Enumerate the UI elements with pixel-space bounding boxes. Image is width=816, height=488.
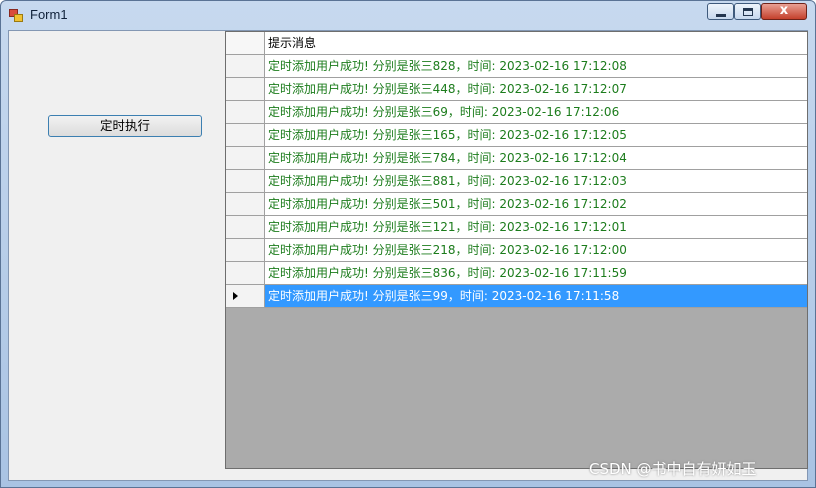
minimize-button[interactable]: [707, 3, 734, 20]
message-cell[interactable]: 定时添加用户成功! 分别是张三448，时间: 2023-02-16 17:12:…: [265, 78, 807, 101]
table-row[interactable]: 定时添加用户成功! 分别是张三784，时间: 2023-02-16 17:12:…: [226, 147, 807, 170]
message-cell[interactable]: 定时添加用户成功! 分别是张三69，时间: 2023-02-16 17:12:0…: [265, 101, 807, 124]
table-row[interactable]: 定时添加用户成功! 分别是张三218，时间: 2023-02-16 17:12:…: [226, 239, 807, 262]
message-cell[interactable]: 定时添加用户成功! 分别是张三881，时间: 2023-02-16 17:12:…: [265, 170, 807, 193]
row-header-cell[interactable]: [226, 193, 265, 216]
row-header-cell[interactable]: [226, 239, 265, 262]
minimize-icon: [716, 14, 726, 17]
table-row[interactable]: 定时添加用户成功! 分别是张三881，时间: 2023-02-16 17:12:…: [226, 170, 807, 193]
row-header-cell[interactable]: [226, 262, 265, 285]
row-header-cell[interactable]: [226, 216, 265, 239]
table-row[interactable]: 定时添加用户成功! 分别是张三69，时间: 2023-02-16 17:12:0…: [226, 101, 807, 124]
table-row[interactable]: 定时添加用户成功! 分别是张三448，时间: 2023-02-16 17:12:…: [226, 78, 807, 101]
maximize-button[interactable]: [734, 3, 761, 20]
message-cell[interactable]: 定时添加用户成功! 分别是张三218，时间: 2023-02-16 17:12:…: [265, 239, 807, 262]
watermark: CSDN @书中自有妍如玉: [589, 460, 757, 478]
row-header-cell[interactable]: [226, 147, 265, 170]
app-icon: [9, 9, 23, 22]
table-row[interactable]: 定时添加用户成功! 分别是张三501，时间: 2023-02-16 17:12:…: [226, 193, 807, 216]
window-title: Form1: [30, 7, 68, 22]
row-header-cell[interactable]: [226, 55, 265, 78]
message-cell[interactable]: 定时添加用户成功! 分别是张三836，时间: 2023-02-16 17:11:…: [265, 262, 807, 285]
message-grid[interactable]: 提示消息 定时添加用户成功! 分别是张三828，时间: 2023-02-16 1…: [225, 31, 808, 469]
row-header-cell[interactable]: [226, 285, 265, 308]
maximize-icon: [743, 8, 753, 16]
form-window: Form1 x 定时执行 提示消息 定时添加用户成功! 分别是张三828，时间:…: [0, 0, 816, 488]
row-header-cell[interactable]: [226, 101, 265, 124]
table-row[interactable]: 定时添加用户成功! 分别是张三836，时间: 2023-02-16 17:11:…: [226, 262, 807, 285]
timed-execute-button[interactable]: 定时执行: [48, 115, 202, 137]
title-bar[interactable]: Form1 x: [1, 1, 815, 29]
table-row[interactable]: 定时添加用户成功! 分别是张三828，时间: 2023-02-16 17:12:…: [226, 55, 807, 78]
message-cell[interactable]: 定时添加用户成功! 分别是张三784，时间: 2023-02-16 17:12:…: [265, 147, 807, 170]
message-cell[interactable]: 定时添加用户成功! 分别是张三501，时间: 2023-02-16 17:12:…: [265, 193, 807, 216]
row-header-cell[interactable]: [226, 78, 265, 101]
current-row-arrow-icon: [233, 292, 238, 300]
message-cell[interactable]: 定时添加用户成功! 分别是张三828，时间: 2023-02-16 17:12:…: [265, 55, 807, 78]
table-row[interactable]: 定时添加用户成功! 分别是张三121，时间: 2023-02-16 17:12:…: [226, 216, 807, 239]
table-row[interactable]: 定时添加用户成功! 分别是张三165，时间: 2023-02-16 17:12:…: [226, 124, 807, 147]
grid-header-row: 提示消息: [226, 32, 807, 55]
row-header-cell[interactable]: [226, 124, 265, 147]
message-cell[interactable]: 定时添加用户成功! 分别是张三165，时间: 2023-02-16 17:12:…: [265, 124, 807, 147]
table-row[interactable]: 定时添加用户成功! 分别是张三99，时间: 2023-02-16 17:11:5…: [226, 285, 807, 308]
column-header-message[interactable]: 提示消息: [265, 32, 807, 55]
row-header-cell[interactable]: [226, 170, 265, 193]
message-cell[interactable]: 定时添加用户成功! 分别是张三121，时间: 2023-02-16 17:12:…: [265, 216, 807, 239]
corner-header-cell[interactable]: [226, 32, 265, 55]
close-icon: x: [779, 3, 789, 18]
close-button[interactable]: x: [761, 3, 807, 20]
message-cell[interactable]: 定时添加用户成功! 分别是张三99，时间: 2023-02-16 17:11:5…: [265, 285, 807, 308]
form-client-area: 定时执行 提示消息 定时添加用户成功! 分别是张三828，时间: 2023-02…: [8, 30, 808, 481]
